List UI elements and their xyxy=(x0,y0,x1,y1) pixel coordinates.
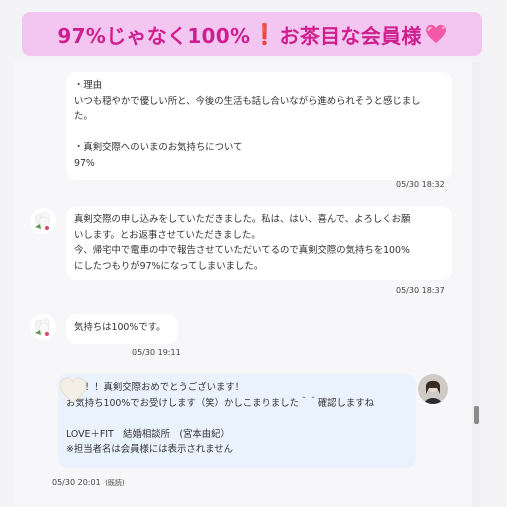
message-timestamp: 05/30 18:32 xyxy=(396,180,445,189)
message-bubble-counselor: さん！！真剣交際おめでとうございます！ お気持ち100%でお受けします（笑）かし… xyxy=(58,374,416,468)
message-line: さん！！真剣交際おめでとうございます！ xyxy=(66,382,245,393)
flower-avatar-icon xyxy=(30,208,56,234)
chat-area: ・理由 いつも穏やかで優しい所と、今後の生活も話し合いながら進められそうと感じま… xyxy=(14,62,480,507)
message-line: ・真剣交際へのいまのお気持ちについて xyxy=(74,142,243,153)
message-line xyxy=(74,125,444,141)
scrollbar-thumb[interactable] xyxy=(474,406,479,424)
message-line: 気持ちは100%です。 xyxy=(74,322,166,333)
heart-sticker-icon xyxy=(59,377,87,403)
read-status: (既読) xyxy=(105,479,125,487)
message-line: お気持ち100%でお受けします（笑）かしこまりました＾＾確認しますね xyxy=(66,397,375,409)
message-line: ※担当者名は会員様には表示されません xyxy=(66,444,233,455)
message-timestamp: 05/30 18:37 xyxy=(396,286,445,295)
message-line xyxy=(66,411,408,427)
exclamation-icon: ❗ xyxy=(252,22,278,46)
message-line: にしたつもりが97%になってしまいました。 xyxy=(74,260,264,272)
scrollbar-track[interactable] xyxy=(472,62,480,507)
message-bubble-member: 真剣交際の申し込みをしていただきました。私は、はい、喜んで、よろしくお願 いしま… xyxy=(66,206,452,280)
title-banner: 97%じゃなく100% ❗ お茶目な会員様 xyxy=(22,12,482,56)
heart-icon xyxy=(425,24,446,44)
message-line: いつも穏やかで優しい所と、今後の生活も話し合いながら進められそうと感じまし xyxy=(74,95,421,107)
flower-avatar-icon xyxy=(30,314,56,340)
message-line: た。 xyxy=(74,111,93,122)
title-text-before: 97%じゃなく100% xyxy=(57,23,251,48)
message-line: ・理由 xyxy=(74,80,103,91)
timestamp-text: 05/30 20:01 xyxy=(52,478,101,487)
message-line: 97% xyxy=(74,157,95,169)
message-timestamp: 05/30 19:11 xyxy=(132,348,181,357)
message-line: LOVE＋FIT 結婚相談所 (宮本由紀） xyxy=(66,428,230,440)
message-bubble-member: 気持ちは100%です。 xyxy=(66,314,178,344)
counselor-photo-icon xyxy=(418,374,448,404)
message-timestamp: 05/30 20:01 (既読) xyxy=(52,478,125,488)
message-bubble-member: ・理由 いつも穏やかで優しい所と、今後の生活も話し合いながら進められそうと感じま… xyxy=(66,72,452,180)
message-line: 今、帰宅中で電車の中で報告させていただいてるので真剣交際の気持ちを100% xyxy=(74,245,410,256)
message-line: 真剣交際の申し込みをしていただきました。私は、はい、喜んで、よろしくお願 xyxy=(74,214,411,225)
title-text-after: お茶目な会員様 xyxy=(279,23,422,48)
message-line: いします。とお返事させていただきました。 xyxy=(74,229,261,241)
